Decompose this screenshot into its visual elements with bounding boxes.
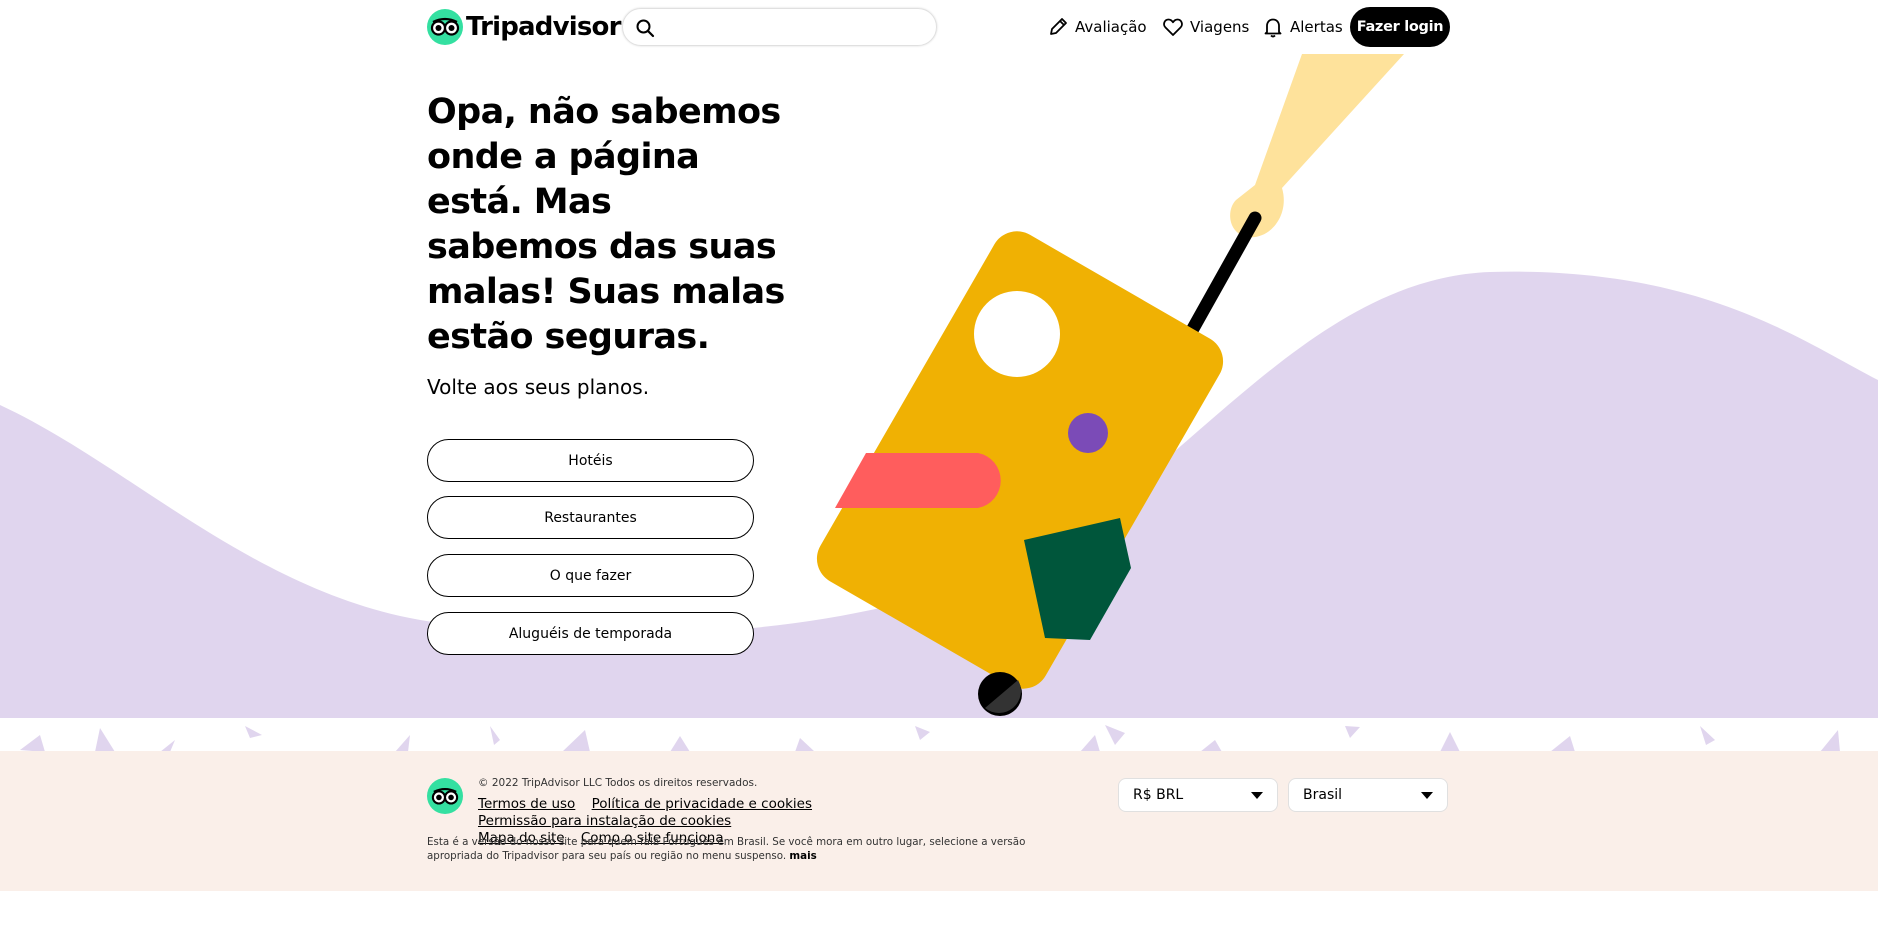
currency-select[interactable]: R$ BRL xyxy=(1118,778,1278,812)
suitcase-sticker-red xyxy=(835,453,1001,508)
footer-link-privacy[interactable]: Política de privacidade e cookies xyxy=(592,796,812,812)
footer-owl-logo-icon[interactable] xyxy=(427,778,463,814)
page-title: Opa, não sabemos onde a página está. Mas… xyxy=(427,92,785,357)
copyright-text: © 2022 TripAdvisor LLC Todos os direitos… xyxy=(478,777,758,789)
hand xyxy=(1230,54,1404,238)
nav-alerts-label: Alertas xyxy=(1290,18,1343,36)
things-to-do-button[interactable]: O que fazer xyxy=(427,554,754,597)
suitcase-handle xyxy=(1183,211,1262,341)
bell-icon xyxy=(1264,18,1282,38)
nav-review-link[interactable]: Avaliação xyxy=(1047,8,1147,46)
restaurants-button[interactable]: Restaurantes xyxy=(427,496,754,539)
disclaimer-more-link[interactable]: mais xyxy=(789,850,816,862)
lost-suitcase-illustration xyxy=(0,54,1878,752)
country-select[interactable]: Brasil xyxy=(1288,778,1448,812)
footer-link-terms[interactable]: Termos de uso xyxy=(478,796,575,812)
footer-disclaimer: Esta é a versão do nosso site para quem … xyxy=(427,836,1077,863)
chevron-down-icon xyxy=(1421,792,1433,799)
suitcase-sticker-white xyxy=(974,291,1060,377)
disclaimer-text: Esta é a versão do nosso site para quem … xyxy=(427,836,1026,862)
hill-strip xyxy=(0,718,1878,752)
nav-alerts-link[interactable]: Alertas xyxy=(1262,8,1343,46)
site-header: Tripadvisor Avaliação Viagens Alertas Fa… xyxy=(0,0,1878,54)
nav-trips-label: Viagens xyxy=(1190,18,1250,36)
nav-trips-link[interactable]: Viagens xyxy=(1162,8,1249,46)
pencil-icon xyxy=(1050,18,1067,35)
suitcase-sticker-purple xyxy=(1068,413,1108,453)
search-icon xyxy=(636,19,655,38)
login-button[interactable]: Fazer login xyxy=(1350,7,1450,47)
chevron-down-icon xyxy=(1251,792,1263,799)
nav-review-label: Avaliação xyxy=(1075,18,1147,36)
logo-wordmark: Tripadvisor xyxy=(466,12,621,42)
currency-value: R$ BRL xyxy=(1133,787,1184,803)
heart-icon xyxy=(1163,18,1183,36)
owl-logo-icon xyxy=(427,9,463,45)
country-value: Brasil xyxy=(1303,787,1343,803)
search-input[interactable] xyxy=(622,8,937,46)
hero-subtitle: Volte aos seus planos. xyxy=(427,375,650,399)
footer-link-cookie-consent[interactable]: Permissão para instalação de cookies xyxy=(478,813,731,829)
tripadvisor-logo[interactable]: Tripadvisor xyxy=(427,8,621,46)
hotels-button[interactable]: Hotéis xyxy=(427,439,754,482)
vacation-rentals-button[interactable]: Aluguéis de temporada xyxy=(427,612,754,655)
